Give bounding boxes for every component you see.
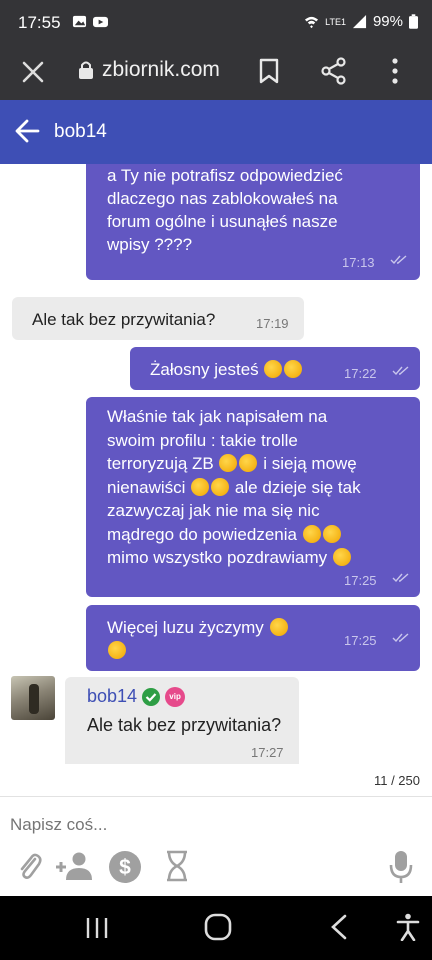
system-nav-bar [0, 896, 432, 960]
back-nav-icon[interactable] [330, 914, 348, 940]
message-bubble-incoming[interactable]: bob14 vip Ale tak bez przywitania? 17:27 [65, 677, 299, 764]
message-text-line: swoim profilu : takie trolle [107, 430, 298, 450]
shushing-emoji-icon [219, 454, 238, 472]
chat-thread[interactable]: a Ty nie potrafisz odpowiedzieć dlaczego… [0, 164, 432, 764]
message-text: Żałosny jesteś [150, 360, 259, 379]
read-receipt-icon [390, 255, 407, 265]
message-time: 17:27 [251, 745, 284, 760]
message-text-line: ale dzieje się tak [234, 477, 361, 497]
shushing-emoji-icon [269, 618, 288, 636]
battery-percent: 99% [372, 13, 403, 30]
read-receipt-icon [392, 366, 409, 376]
message-text-line: a Ty nie potrafisz odpowiedzieć [107, 166, 343, 185]
smile-emoji-icon [264, 360, 283, 378]
network-label: LTE1 [325, 16, 346, 27]
microphone-icon[interactable] [389, 850, 413, 884]
message-bubble-outgoing[interactable]: Więcej luzu życzymy 17:25 [86, 605, 420, 671]
lock-icon [79, 61, 93, 79]
message-text-line: terroryzują ZB [107, 454, 214, 473]
url-text: zbiornik.com [102, 58, 220, 81]
gallery-icon [72, 15, 87, 28]
back-arrow-icon[interactable] [14, 118, 40, 144]
message-time: 17:25 [344, 573, 377, 588]
message-text: Więcej luzu życzymy [107, 618, 264, 637]
signal-icon [352, 14, 367, 29]
status-bar: 17:55 LTE1 99% [0, 0, 432, 44]
message-text-line: nienawiści [107, 477, 186, 497]
message-time: 17:22 [344, 366, 377, 381]
message-bubble-incoming[interactable]: Ale tak bez przywitania? 17:19 [12, 297, 304, 340]
conversation-header: bob14 [0, 100, 432, 164]
message-text-line: dlaczego nas zablokowałeś na [107, 189, 338, 208]
message-bubble-outgoing[interactable]: Żałosny jesteś 17:22 [130, 347, 420, 390]
laughing-emoji-icon [302, 524, 321, 543]
message-time: 17:25 [344, 633, 377, 648]
shushing-emoji-icon [211, 477, 230, 496]
wifi-icon [305, 16, 319, 29]
message-text-line: mimo wszystko pozdrawiamy [107, 548, 328, 567]
message-counter: 11 / 250 [373, 773, 420, 788]
message-text-line: zazwyczaj jak nie ma się nic [107, 501, 320, 520]
youtube-icon [93, 16, 108, 28]
vip-badge: vip [165, 686, 186, 707]
battery-icon [409, 14, 418, 29]
sender-name[interactable]: bob14 [87, 685, 137, 708]
bookmark-icon[interactable] [258, 58, 280, 84]
laughing-emoji-icon [322, 524, 341, 543]
message-text-line: forum ogólne i usunąłeś nasze [107, 212, 338, 231]
message-text: Ale tak bez przywitania? [87, 715, 282, 735]
message-text-line: mądrego do powiedzenia [107, 524, 297, 544]
conversation-title: bob14 [54, 121, 107, 142]
read-receipt-icon [392, 633, 409, 643]
message-bubble-outgoing[interactable]: a Ty nie potrafisz odpowiedzieć dlaczego… [86, 164, 420, 280]
more-options-icon[interactable] [390, 57, 400, 85]
share-icon[interactable] [320, 57, 348, 85]
browser-toolbar: zbiornik.com [0, 44, 432, 100]
tip-dollar-icon[interactable]: $ [108, 850, 142, 884]
home-icon[interactable] [204, 913, 232, 941]
smile-emoji-icon [284, 360, 303, 378]
shushing-emoji-icon [191, 477, 210, 496]
wink-emoji-icon [332, 548, 351, 566]
message-text-line: Właśnie tak jak napisałem na [107, 407, 328, 426]
message-time: 17:19 [256, 316, 289, 331]
message-text: Ale tak bez przywitania? [32, 310, 216, 329]
hourglass-icon[interactable] [165, 850, 189, 882]
message-input[interactable] [10, 815, 410, 835]
attachment-icon[interactable] [16, 850, 42, 882]
add-friend-icon[interactable] [54, 850, 94, 882]
read-receipt-icon [392, 573, 409, 583]
message-bubble-outgoing[interactable]: Właśnie tak jak napisałem na swoim profi… [86, 397, 420, 597]
status-time: 17:55 [18, 13, 61, 32]
avatar[interactable] [11, 676, 55, 720]
accessibility-icon[interactable] [396, 913, 420, 941]
close-tab-icon[interactable] [20, 59, 46, 85]
verified-check-icon [142, 687, 161, 706]
message-composer: $ [0, 796, 432, 896]
svg-text:$: $ [119, 856, 131, 879]
message-text-line: i sieją mowę [263, 454, 357, 473]
message-time: 17:13 [342, 255, 375, 270]
shushing-emoji-icon [108, 641, 126, 659]
shushing-emoji-icon [239, 454, 258, 472]
url-bar[interactable]: zbiornik.com [78, 58, 220, 82]
recent-apps-icon[interactable] [85, 916, 109, 940]
